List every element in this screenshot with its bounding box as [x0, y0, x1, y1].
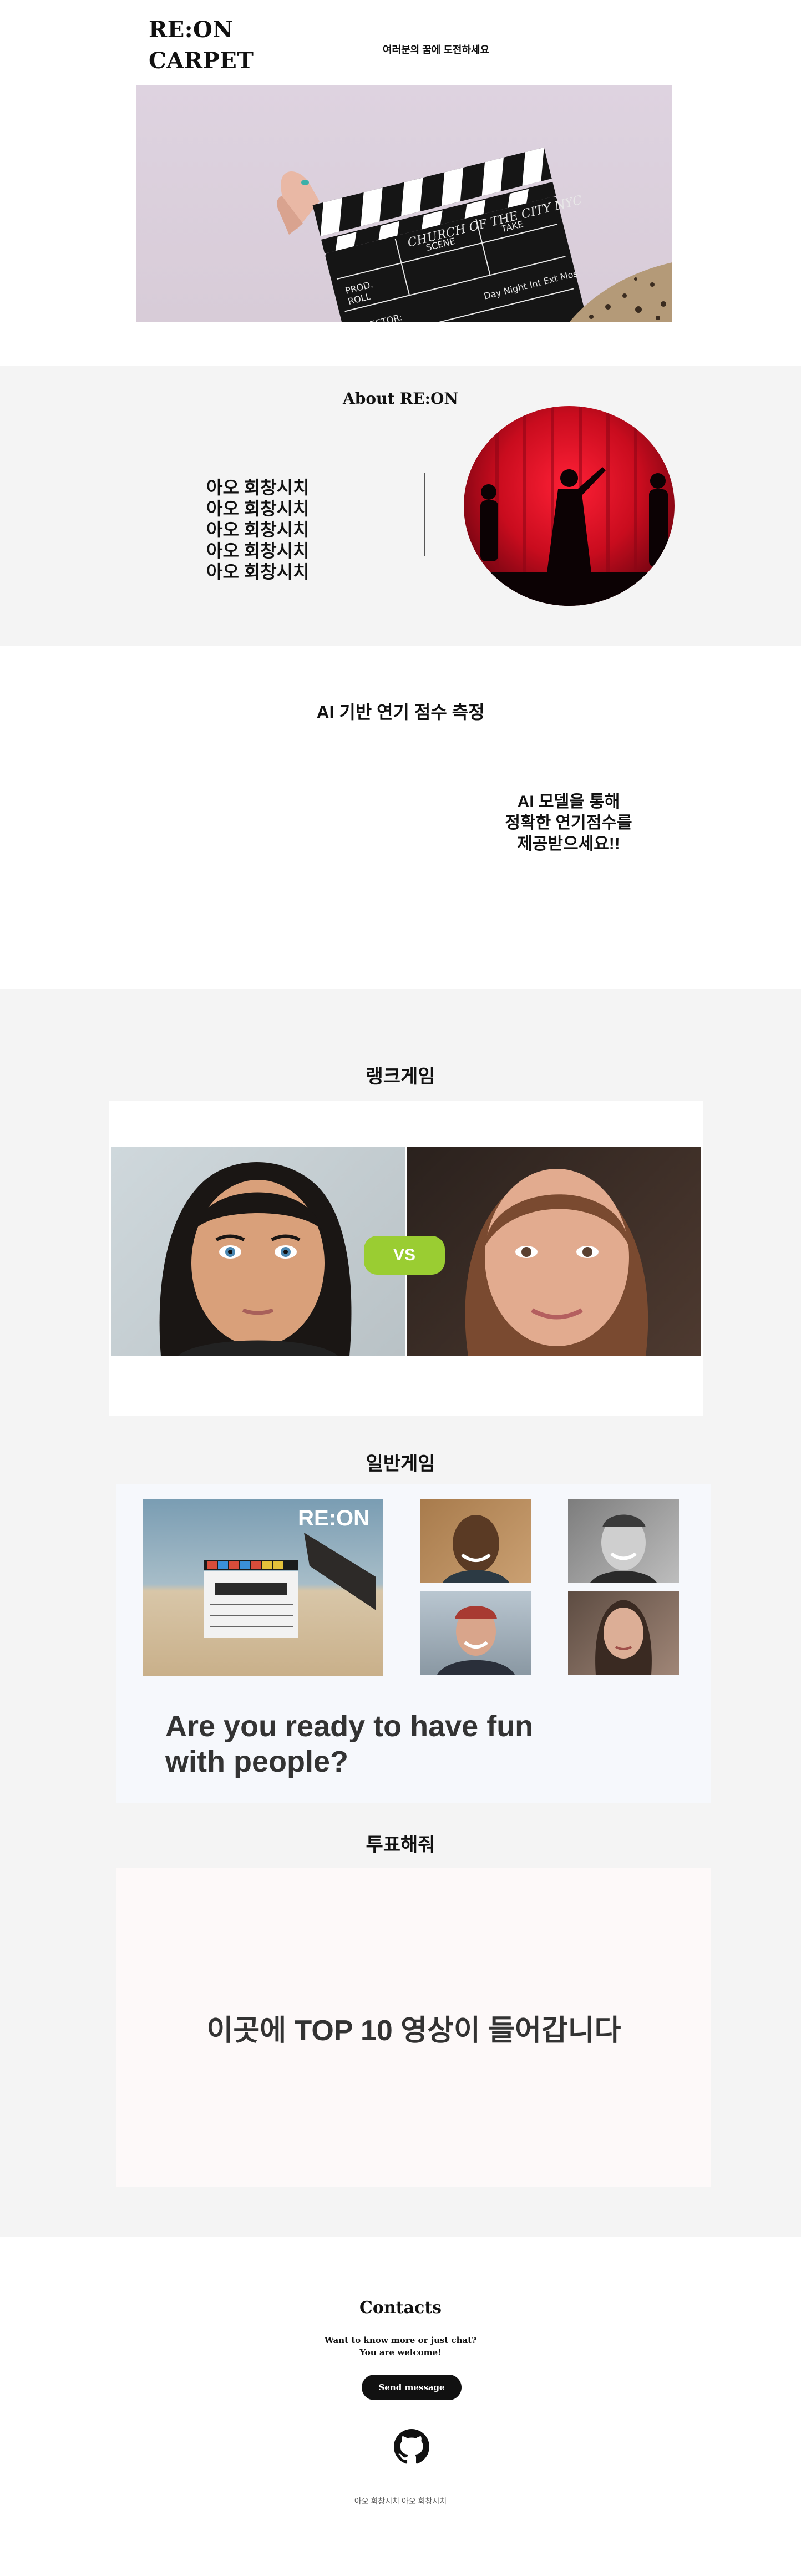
about-line: 아오 회창시치 [206, 520, 310, 540]
github-icon[interactable] [394, 2429, 429, 2465]
logo-line-1: RE:ON [149, 17, 234, 43]
contacts-title: Contacts [359, 2298, 442, 2318]
player-thumbnail[interactable] [568, 1591, 679, 1675]
ai-desc-line: AI 모델을 통해 [517, 793, 620, 811]
headline-line: with people? [165, 1745, 348, 1778]
ai-description: AI 모델을 통해 정확한 연기점수를 제공받으세요!! [488, 792, 649, 855]
vote-title: 투표해줘 [366, 1834, 435, 1855]
contacts-sub-line: Want to know more or just chat? [325, 2335, 476, 2345]
vote-card[interactable]: 이곳에 TOP 10 영상이 들어갑니다 [116, 1868, 711, 2187]
ai-desc-line: 제공받으세요!! [517, 835, 620, 853]
normal-game-headline: Are you ready to have fun with people? [165, 1708, 533, 1779]
contacts-subtitle: Want to know more or just chat? You are … [0, 2334, 801, 2359]
headline-line: Are you ready to have fun [165, 1710, 534, 1743]
player-thumbnail[interactable] [420, 1591, 531, 1675]
contacts-section: Contacts Want to know more or just chat?… [0, 2237, 801, 2576]
about-line: 아오 회창시치 [206, 478, 310, 498]
hero-clapperboard-image: PROD. ROLL SCENE TAKE DIRECTOR: Day Nigh… [136, 85, 672, 322]
footer-text: 아오 회창시치 아오 회창시치 [354, 2497, 447, 2506]
logo-line-2: CARPET [149, 48, 254, 74]
player-thumbnail[interactable] [420, 1499, 531, 1583]
about-line: 아오 회창시치 [206, 541, 310, 561]
send-message-button[interactable]: Send message [362, 2375, 462, 2400]
ai-title: AI 기반 연기 점수 측정 [316, 702, 485, 722]
about-line: 아오 회창시치 [206, 499, 310, 519]
normal-game-title: 일반게임 [366, 1453, 435, 1474]
games-section: 랭크게임 VS 일반게임 RE:ON Are you ready to have… [0, 989, 801, 2237]
normal-game-brand: RE:ON [298, 1506, 369, 1530]
vote-placeholder-text: 이곳에 TOP 10 영상이 들어갑니다 [206, 2015, 621, 2047]
contacts-sub-line: You are welcome! [359, 2347, 442, 2357]
header-tagline: 여러분의 꿈에 도전하세요 [383, 44, 490, 55]
player-thumbnail[interactable] [568, 1499, 679, 1583]
ai-section: AI 기반 연기 점수 측정 AI 모델을 통해 정확한 연기점수를 제공받으세… [0, 646, 801, 989]
about-stage-photo [464, 406, 675, 606]
about-divider [424, 473, 425, 556]
normal-game-card[interactable]: RE:ON Are you ready to have fun with peo… [116, 1484, 711, 1803]
about-line: 아오 회창시치 [206, 562, 310, 582]
site-logo[interactable]: RE:ON CARPET [149, 14, 254, 77]
vs-badge: VS [364, 1236, 445, 1275]
rank-player-right-photo[interactable] [407, 1147, 701, 1356]
about-title: About RE:ON [343, 389, 458, 408]
about-section: About RE:ON 아오 회창시치 아오 회창시치 아오 회창시치 아오 회… [0, 366, 801, 646]
rank-player-left-photo[interactable] [111, 1147, 405, 1356]
about-text: 아오 회창시치 아오 회창시치 아오 회창시치 아오 회창시치 아오 회창시치 [206, 477, 310, 582]
ai-desc-line: 정확한 연기점수를 [505, 814, 632, 832]
rank-game-card[interactable]: VS [109, 1101, 703, 1416]
normal-game-main-photo[interactable]: RE:ON [143, 1499, 383, 1676]
rank-game-title: 랭크게임 [366, 1066, 435, 1087]
